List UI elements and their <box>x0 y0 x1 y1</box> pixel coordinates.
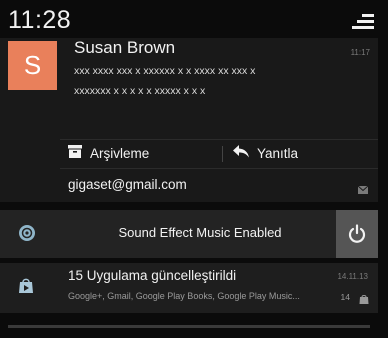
update-time: 14.11.13 <box>337 272 368 281</box>
mail-icon <box>357 181 369 199</box>
action-divider <box>222 146 223 162</box>
sound-effect-notification[interactable]: Sound Effect Music Enabled <box>0 210 378 258</box>
store-badge-icon <box>359 291 369 309</box>
status-time: 11:28 <box>8 6 72 34</box>
quick-settings-menu-icon[interactable] <box>352 12 374 30</box>
notification-actions: Arşivleme Yanıtla <box>60 139 378 169</box>
sound-effect-text: Sound Effect Music Enabled <box>118 225 282 240</box>
play-store-icon <box>18 278 36 299</box>
reply-label: Yanıtla <box>257 146 299 161</box>
archive-label: Arşivleme <box>90 146 150 161</box>
update-count: 14 <box>340 292 350 302</box>
shade-drag-handle[interactable] <box>8 325 370 328</box>
power-button[interactable] <box>336 210 378 258</box>
app-update-notification[interactable]: 15 Uygulama güncelleştirildi Google+, Gm… <box>0 263 378 313</box>
archive-icon <box>68 140 82 168</box>
account-email: gigaset@gmail.com <box>68 177 187 192</box>
reply-button[interactable]: Yanıtla <box>233 140 298 168</box>
email-body-line: xxx xxxx xxx x xxxxxx x x xxxx xx xxx x <box>74 65 256 77</box>
sender-name: Susan Brown <box>74 38 176 57</box>
email-body-line: xxxxxxx x x x x x xxxxx x x x <box>74 85 206 97</box>
email-time: 11:17 <box>350 48 370 57</box>
update-subtitle: Google+, Gmail, Google Play Books, Googl… <box>68 291 300 301</box>
notification-shade: 11:28 S Susan Brown 11:17 xxx xxxx xxx x… <box>0 0 388 338</box>
power-icon <box>348 224 366 243</box>
sound-app-icon <box>18 224 36 247</box>
email-notification[interactable]: S Susan Brown 11:17 xxx xxxx xxx x xxxxx… <box>0 38 378 202</box>
archive-button[interactable]: Arşivleme <box>68 140 149 168</box>
status-bar: 11:28 <box>0 0 388 38</box>
reply-icon <box>233 140 249 168</box>
avatar: S <box>8 41 57 90</box>
update-title: 15 Uygulama güncelleştirildi <box>68 268 237 283</box>
